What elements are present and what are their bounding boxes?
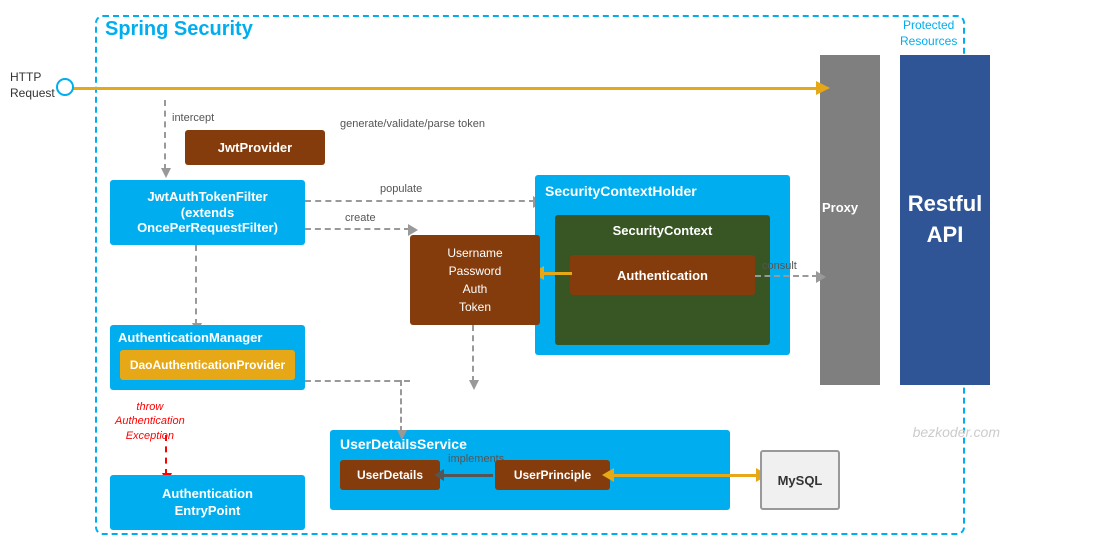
token-to-auth-line — [472, 325, 474, 382]
user-details-label: UserDetails — [357, 468, 423, 482]
jwt-filter-box: JwtAuthTokenFilter(extendsOncePerRequest… — [110, 180, 305, 245]
throw-label: throwAuthenticationException — [115, 400, 185, 443]
diagram-container: Spring Security ProtectedResources Proxy… — [0, 0, 1110, 560]
proxy-label: Proxy — [822, 200, 858, 215]
authentication-box: Authentication — [570, 255, 755, 295]
security-context-label: SecurityContext — [555, 215, 770, 243]
auth-manager-label: AuthenticationManager — [110, 325, 305, 348]
throw-arrow — [165, 435, 167, 475]
mysql-label: MySQL — [778, 473, 823, 488]
watermark: bezkoder.com — [913, 424, 1000, 440]
create-label: create — [345, 212, 376, 224]
dao-auth-label: DaoAuthenticationProvider — [130, 358, 285, 372]
dao-auth-box: DaoAuthenticationProvider — [120, 350, 295, 380]
http-request-label: HTTPRequest — [10, 70, 55, 101]
protected-resources-label: ProtectedResources — [900, 18, 957, 49]
auth-entry-point-box: AuthenticationEntryPoint — [110, 475, 305, 530]
mysql-arrow — [612, 474, 758, 477]
consult-arrow — [755, 275, 818, 277]
main-arrow — [60, 87, 820, 90]
user-details-box: UserDetails — [340, 460, 440, 490]
user-principle-box: UserPrinciple — [495, 460, 610, 490]
auth-yellow-arrow — [542, 272, 572, 275]
token-auth-horiz — [305, 380, 410, 382]
token-box: UsernamePasswordAuthToken — [410, 235, 540, 325]
populate-arrow — [305, 200, 535, 202]
populate-label: populate — [380, 183, 422, 195]
intercept-line — [164, 100, 166, 170]
auth-entry-point-label: AuthenticationEntryPoint — [162, 486, 253, 520]
spring-security-title: Spring Security — [105, 18, 253, 41]
consult-label: consult — [762, 260, 797, 272]
user-details-service-label: UserDetailsService — [330, 430, 730, 456]
intercept-label: intercept — [172, 112, 214, 124]
mysql-box: MySQL — [760, 450, 840, 510]
create-arrow — [305, 228, 410, 230]
arrow-circle — [56, 78, 74, 96]
security-context-holder-label: SecurityContextHolder — [535, 175, 790, 204]
gen-validate-label: generate/validate/parse token — [340, 118, 485, 130]
auth-to-user-line — [400, 380, 402, 432]
filter-to-auth-line — [195, 245, 197, 325]
authentication-label: Authentication — [617, 268, 708, 283]
user-principle-label: UserPrinciple — [514, 468, 591, 482]
token-label: UsernamePasswordAuthToken — [447, 244, 502, 316]
jwt-provider-label: JwtProvider — [218, 140, 292, 155]
proxy-box — [820, 55, 880, 385]
jwt-filter-label: JwtAuthTokenFilter(extendsOncePerRequest… — [137, 189, 278, 236]
restful-api-box: RestfulAPI — [900, 55, 990, 385]
restful-api-label: RestfulAPI — [908, 189, 983, 251]
implements-arrow — [442, 474, 493, 477]
jwt-provider-box: JwtProvider — [185, 130, 325, 165]
